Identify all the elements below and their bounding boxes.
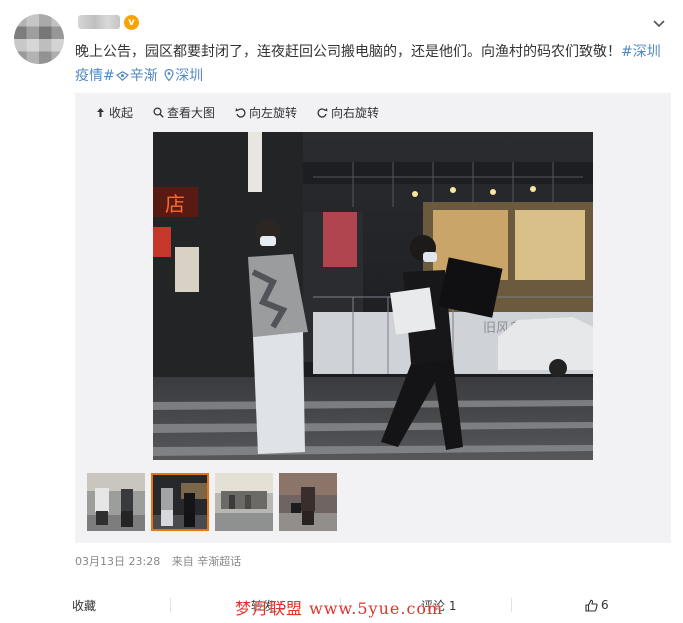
- verified-icon: v: [124, 15, 139, 30]
- location-pin-icon: [164, 68, 174, 82]
- rotate-left-button[interactable]: 向左旋转: [235, 103, 297, 121]
- rotate-left-label: 向左旋转: [249, 105, 298, 120]
- action-divider: [170, 598, 171, 612]
- watermark: 梦月联盟 www.5yue.com: [235, 599, 444, 618]
- favorite-label: 收藏: [72, 598, 97, 613]
- thumbnail[interactable]: [215, 473, 273, 531]
- thumbnail[interactable]: [279, 473, 337, 531]
- weibo-post: v 晚上公告，园区都要封闭了，连夜赶回公司搬电脑的，还是他们。向渔村的码农们致敬…: [0, 0, 683, 623]
- post-time[interactable]: 03月13日 23:28: [75, 555, 160, 568]
- thumbs-up-icon: [585, 599, 598, 612]
- rotate-left-icon: [235, 107, 246, 118]
- main-photo[interactable]: 店 旧风: [153, 132, 593, 460]
- favorite-button[interactable]: 收藏: [72, 587, 96, 623]
- action-divider: [511, 598, 512, 612]
- like-count: 6: [601, 598, 609, 612]
- view-large-button[interactable]: 查看大图: [153, 103, 215, 121]
- thumbnail-active[interactable]: [151, 473, 209, 531]
- post-meta: 03月13日 23:28 来自 辛渐超话: [75, 553, 241, 569]
- avatar[interactable]: [14, 14, 64, 64]
- post-text: 晚上公告，园区都要封闭了，连夜赶回公司搬电脑的，还是他们。向渔村的码农们致敬！#…: [75, 40, 665, 88]
- view-large-label: 查看大图: [167, 105, 216, 120]
- mention-link[interactable]: 辛渐: [115, 68, 158, 84]
- collapse-label: 收起: [109, 105, 134, 120]
- magnifier-icon: [153, 106, 164, 118]
- thumbnail[interactable]: [87, 473, 145, 531]
- media-panel: 收起 查看大图 向左旋转 向右旋转 店: [75, 93, 671, 543]
- super-topic-icon: [115, 71, 129, 82]
- like-button[interactable]: 6: [585, 587, 609, 623]
- thumbnail-image: [279, 473, 337, 531]
- post-body: 晚上公告，园区都要封闭了，连夜赶回公司搬电脑的，还是他们。向渔村的码农们致敬！: [75, 44, 621, 60]
- location-text: 深圳: [175, 68, 204, 84]
- rotate-right-icon: [317, 107, 328, 118]
- thumbnail-image: [87, 473, 145, 531]
- thumbnail-image: [215, 473, 273, 531]
- location-link[interactable]: 深圳: [162, 68, 203, 84]
- rotate-right-label: 向右旋转: [331, 105, 380, 120]
- thumbnail-image: [151, 473, 209, 531]
- collapse-button[interactable]: 收起: [95, 103, 133, 121]
- night-street-photo: 店 旧风: [153, 132, 593, 460]
- collapse-arrow-icon: [97, 107, 104, 117]
- image-toolbar: 收起 查看大图 向左旋转 向右旋转: [95, 103, 379, 121]
- mention-text: 辛渐: [129, 68, 158, 84]
- post-source[interactable]: 来自 辛渐超话: [172, 555, 242, 568]
- chevron-down-icon[interactable]: [651, 16, 667, 32]
- thumbnail-strip: [87, 473, 337, 531]
- shop-sign-text: 店: [165, 192, 185, 216]
- rotate-right-button[interactable]: 向右旋转: [317, 103, 379, 121]
- username-blurred[interactable]: [78, 15, 120, 29]
